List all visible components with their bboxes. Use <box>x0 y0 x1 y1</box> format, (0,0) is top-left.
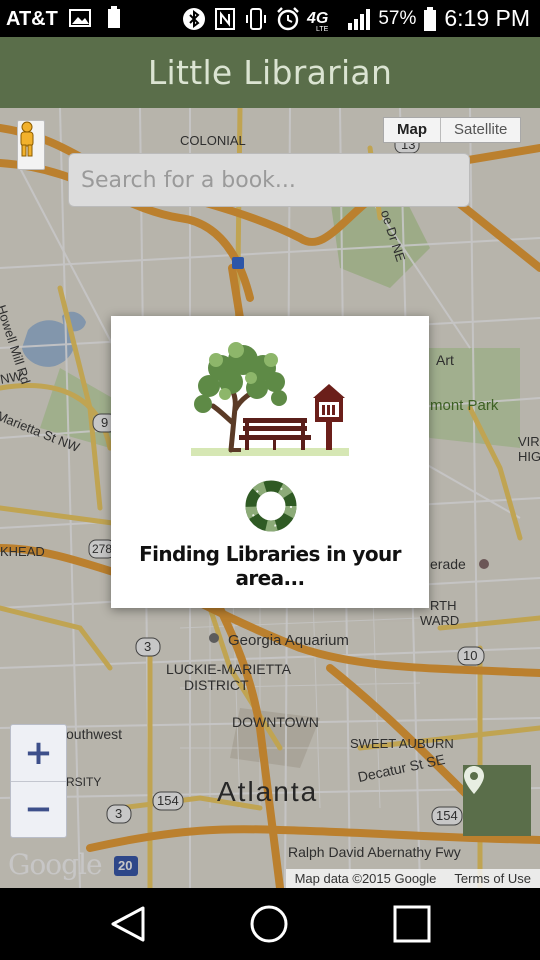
signal-icon <box>347 7 371 31</box>
map-data-label: Map data ©2015 Google <box>294 871 437 886</box>
bluetooth-icon <box>182 7 206 31</box>
svg-text:4G: 4G <box>306 10 328 27</box>
map-attribution: Map data ©2015 Google Terms of Use <box>285 869 540 888</box>
recents-square-icon <box>393 905 431 943</box>
map-type-toggle: Map Satellite <box>383 117 522 143</box>
image-notification-icon <box>68 6 92 30</box>
recents-button[interactable] <box>388 902 436 946</box>
svg-text:LTE: LTE <box>316 26 329 32</box>
back-button[interactable] <box>104 902 152 946</box>
street-view-pegman[interactable] <box>17 120 45 170</box>
zoom-out-button[interactable]: − <box>11 781 66 837</box>
loading-message: Finding Libraries in your area... <box>139 542 401 590</box>
google-logo: Google <box>8 848 103 881</box>
bluetooth-battery-icon <box>102 6 126 30</box>
zoom-controls: + − <box>10 724 67 838</box>
battery-percent: 57% <box>378 7 417 29</box>
system-navigation-bar <box>0 888 540 960</box>
back-triangle-icon <box>111 906 145 942</box>
pegman-icon <box>20 121 34 157</box>
notification-icons <box>68 6 126 30</box>
map-type-map-button[interactable]: Map <box>384 118 441 142</box>
my-location-button[interactable] <box>463 765 531 836</box>
location-pin-icon <box>464 766 484 794</box>
home-circle-icon <box>250 905 288 943</box>
loading-spinner-icon <box>245 480 297 532</box>
app-title: Little Librarian <box>147 53 393 92</box>
alarm-icon <box>275 6 300 31</box>
clock: 6:19 PM <box>444 5 530 31</box>
status-icons-right: 4G LTE 57% 6:19 PM <box>182 5 530 32</box>
vibrate-icon <box>244 7 268 31</box>
book-search-input[interactable] <box>68 153 470 207</box>
loading-dialog: Finding Libraries in your area... <box>111 316 429 608</box>
battery-icon <box>423 6 437 31</box>
home-button[interactable] <box>245 902 293 946</box>
zoom-in-button[interactable]: + <box>11 725 66 782</box>
nfc-icon <box>213 7 237 31</box>
library-bench-tree-illustration <box>191 342 349 456</box>
carrier-label: AT&T <box>6 8 58 30</box>
lte-icon: 4G LTE <box>306 7 340 32</box>
app-header: Little Librarian <box>0 37 540 108</box>
status-bar: AT&T 4G LTE 57% 6:19 PM <box>0 0 540 37</box>
terms-of-use-link[interactable]: Terms of Use <box>454 871 531 886</box>
map-type-satellite-button[interactable]: Satellite <box>441 118 520 142</box>
